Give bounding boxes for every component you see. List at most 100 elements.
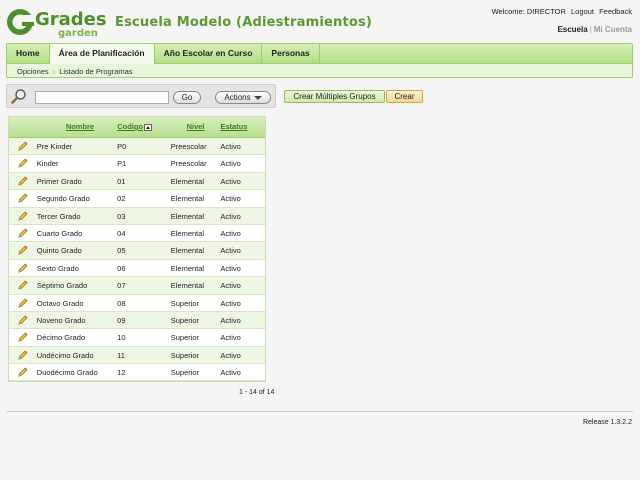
- edit-pencil-icon[interactable]: [9, 242, 35, 258]
- table-row[interactable]: Séptimo Grado 07 Elemental Activo: [9, 277, 265, 295]
- page-title: Escuela Modelo (Adiestramientos): [115, 15, 373, 30]
- tab-ano-escolar-en-curso[interactable]: Año Escolar en Curso: [155, 44, 263, 63]
- edit-pencil-icon[interactable]: [9, 138, 35, 154]
- go-button[interactable]: Go: [173, 91, 201, 104]
- cell-estatus: Activo: [220, 228, 241, 238]
- cell-nombre: Pre Kinder: [36, 142, 73, 151]
- tab-home[interactable]: Home: [7, 44, 50, 63]
- cell-codigo: 12: [117, 368, 126, 378]
- cell-nivel: Elemental: [170, 176, 205, 186]
- breadcrumb-opciones[interactable]: Opciones: [17, 67, 49, 76]
- table-row[interactable]: Duodécimo Grado 12 Superior Activo: [9, 364, 265, 382]
- cell-nivel: Elemental: [170, 211, 205, 221]
- cell-estatus: Activo: [220, 315, 241, 325]
- cell-estatus: Activo: [220, 281, 241, 291]
- breadcrumb-current: Listado de Programas: [59, 67, 133, 76]
- cell-codigo: 03: [117, 211, 126, 221]
- cell-nivel: Elemental: [170, 281, 205, 291]
- cell-nivel: Preescolar: [170, 159, 207, 169]
- cell-nivel: Elemental: [170, 194, 205, 204]
- edit-pencil-icon[interactable]: [9, 208, 35, 224]
- cell-estatus: Activo: [220, 350, 241, 360]
- edit-pencil-icon[interactable]: [9, 190, 35, 206]
- actions-button[interactable]: Actions: [215, 91, 271, 104]
- logo-text-grades: Grades: [35, 9, 106, 30]
- breadcrumb-chevron-icon: ›: [52, 67, 56, 76]
- tab-bar: Home Área de Planificación Año Escolar e…: [7, 44, 632, 64]
- cell-estatus: Activo: [220, 194, 241, 204]
- edit-pencil-icon[interactable]: [9, 295, 35, 311]
- actions-label: Actions: [224, 93, 251, 102]
- edit-pencil-icon[interactable]: [9, 347, 35, 363]
- cell-nombre: Sexto Grado: [36, 263, 79, 273]
- cell-nombre: Kinder: [36, 159, 59, 169]
- cell-nivel: Elemental: [170, 228, 205, 238]
- table-row[interactable]: Sexto Grado 06 Elemental Activo: [9, 259, 265, 278]
- table-row[interactable]: Quinto Grado 05 Elemental Activo: [9, 242, 265, 260]
- cell-nombre: Undécimo Grado: [36, 350, 94, 360]
- cell-estatus: Activo: [220, 263, 241, 273]
- context-mi-cuenta[interactable]: Mi Cuenta: [594, 25, 632, 34]
- header-codigo[interactable]: Codigo: [115, 117, 171, 137]
- cell-nombre: Duodécimo Grado: [36, 368, 98, 378]
- table-row[interactable]: Pre Kinder P0 Preescolar Activo: [9, 138, 265, 156]
- cell-codigo: 04: [117, 228, 126, 238]
- table-row[interactable]: Undécimo Grado 11 Superior Activo: [9, 346, 265, 365]
- magnifier-icon[interactable]: [11, 88, 27, 104]
- main-nav: Home Área de Planificación Año Escolar e…: [6, 43, 633, 78]
- edit-pencil-icon[interactable]: [9, 155, 35, 171]
- crear-multiples-grupos-button[interactable]: Crear Múltiples Grupos: [284, 90, 385, 103]
- table-body: Pre Kinder P0 Preescolar Activo Kinder P1 Pree…: [9, 138, 265, 382]
- table-row[interactable]: Cuarto Grado 04 Elemental Activo: [9, 224, 265, 243]
- cell-nivel: Superior: [170, 298, 200, 308]
- sort-ascending-icon[interactable]: [144, 123, 153, 131]
- edit-pencil-icon[interactable]: [9, 225, 35, 241]
- tab-area-de-planificacion[interactable]: Área de Planificación: [49, 44, 155, 64]
- user-links: Welcome: DIRECTOR Logout Feedback: [489, 7, 632, 16]
- table-row[interactable]: Tercer Grado 03 Elemental Activo: [9, 207, 265, 225]
- table-row[interactable]: Primer Grado 01 Elemental Activo: [9, 172, 265, 191]
- cell-estatus: Activo: [220, 159, 241, 169]
- table-row[interactable]: Octavo Grado 08 Superior Activo: [9, 294, 265, 312]
- cell-estatus: Activo: [220, 176, 241, 186]
- table-header: Nombre Codigo Nivel Estatus: [9, 117, 265, 138]
- table-row[interactable]: Segundo Grado 02 Elemental Activo: [9, 190, 265, 208]
- edit-pencil-icon[interactable]: [9, 364, 35, 380]
- context-switch: Escuela | Mi Cuenta: [557, 25, 632, 34]
- header-nombre[interactable]: Nombre: [35, 117, 115, 137]
- cell-codigo: 01: [117, 176, 126, 186]
- header-codigo-label: Codigo: [117, 122, 144, 131]
- table-row[interactable]: Noveno Grado 09 Superior Activo: [9, 311, 265, 330]
- cell-nombre: Primer Grado: [36, 176, 82, 186]
- edit-pencil-icon[interactable]: [9, 312, 35, 328]
- cell-nivel: Superior: [170, 350, 200, 360]
- cell-estatus: Activo: [220, 298, 241, 308]
- edit-pencil-icon[interactable]: [9, 329, 35, 345]
- header-nivel[interactable]: Nivel: [171, 117, 221, 137]
- cell-codigo: 10: [117, 333, 126, 343]
- crear-button[interactable]: Crear: [386, 90, 423, 103]
- feedback-link[interactable]: Feedback: [599, 7, 632, 16]
- search-toolbar: Go Actions: [6, 84, 276, 108]
- edit-pencil-icon[interactable]: [9, 173, 35, 189]
- cell-estatus: Activo: [220, 211, 241, 221]
- tab-personas[interactable]: Personas: [262, 44, 320, 63]
- edit-pencil-icon[interactable]: [9, 277, 35, 293]
- header-estatus[interactable]: Estatus: [220, 117, 265, 137]
- table-row[interactable]: Décimo Grado 10 Superior Activo: [9, 329, 265, 347]
- search-input[interactable]: [35, 91, 169, 104]
- logo-text-garden: garden: [58, 28, 98, 38]
- cell-estatus: Activo: [220, 333, 241, 343]
- cell-codigo: 02: [117, 194, 126, 204]
- grades-garden-logo[interactable]: Grades garden: [6, 6, 106, 38]
- context-escuela[interactable]: Escuela: [557, 25, 587, 34]
- cell-nivel: Superior: [170, 368, 200, 378]
- cell-nivel: Elemental: [170, 263, 205, 273]
- cell-nivel: Superior: [170, 333, 200, 343]
- cell-nombre: Tercer Grado: [36, 211, 81, 221]
- logout-link[interactable]: Logout: [571, 7, 594, 16]
- pagination-text: 1 - 14 of 14: [239, 389, 275, 396]
- table-row[interactable]: Kinder P1 Preescolar Activo: [9, 155, 265, 173]
- edit-pencil-icon[interactable]: [9, 260, 35, 276]
- cell-estatus: Activo: [220, 368, 241, 378]
